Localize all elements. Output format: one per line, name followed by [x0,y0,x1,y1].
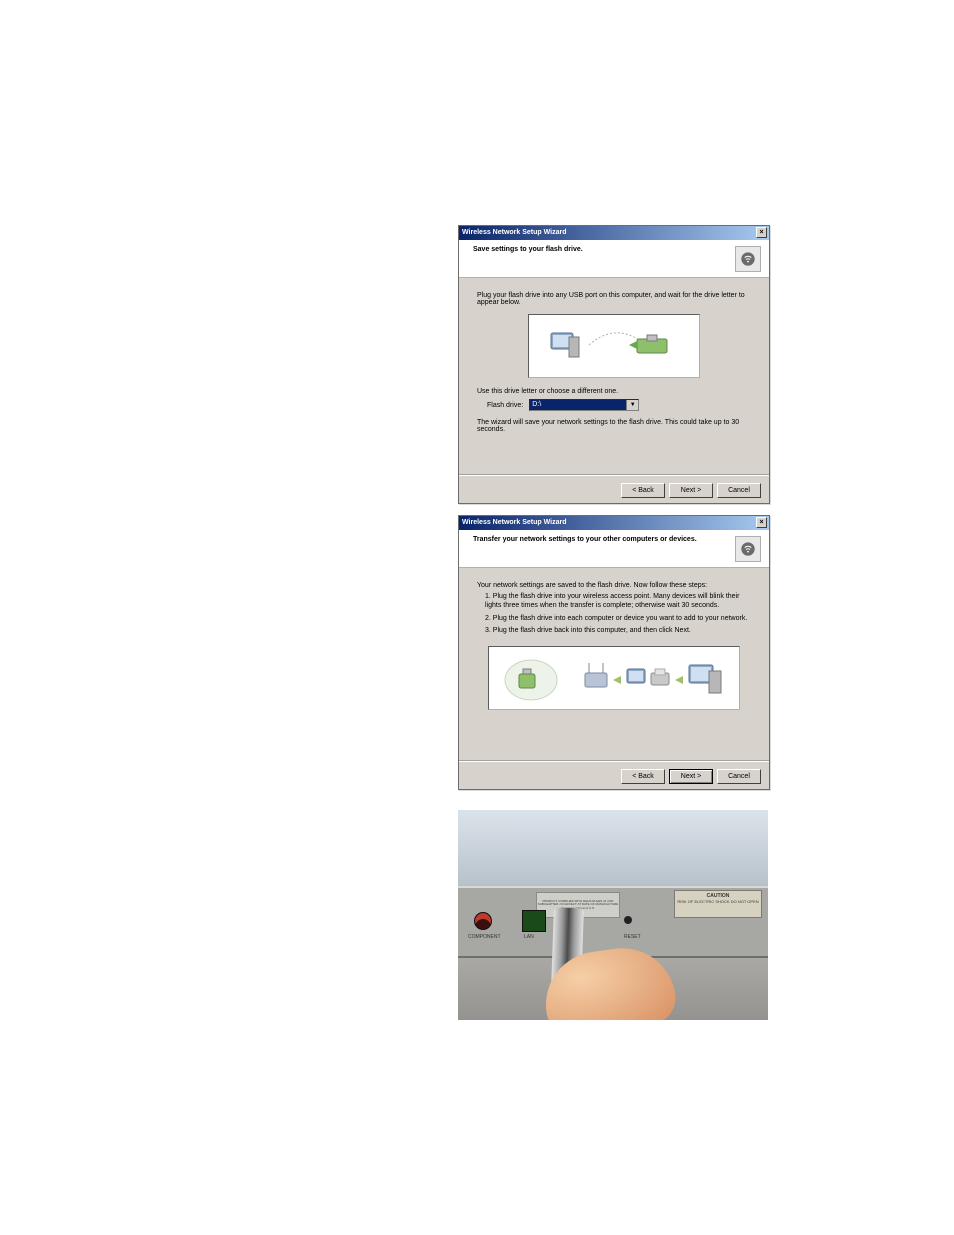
port-label-reset: RESET [624,934,641,940]
back-button[interactable]: < Back [621,483,665,498]
titlebar[interactable]: Wireless Network Setup Wizard × [459,516,769,530]
dialog-body: Plug your flash drive into any USB port … [459,278,769,475]
dialog-header: Transfer your network settings to your o… [459,530,769,568]
cancel-button[interactable]: Cancel [717,769,761,784]
close-button[interactable]: × [756,517,767,528]
lan-port [522,910,546,932]
caution-lines: RISK OF ELECTRIC SHOCK DO NOT OPEN [677,899,759,904]
flash-drive-field: Flash drive: D:\ ▼ [487,399,751,411]
flash-drive-label: Flash drive: [487,402,523,409]
wireless-wizard-icon [735,536,761,562]
back-button[interactable]: < Back [621,769,665,784]
header-title: Transfer your network settings to your o… [473,536,759,543]
steps-list: 1. Plug the flash drive into your wirele… [485,593,751,636]
next-button[interactable]: Next > [669,769,713,784]
next-button[interactable]: Next > [669,483,713,498]
dialog-header: Save settings to your flash drive. [459,240,769,278]
instruction-save-30s: The wizard will save your network settin… [477,419,751,433]
flash-drive-dropdown[interactable]: D:\ ▼ [529,399,639,411]
flash-drive-value: D:\ [532,401,541,408]
cancel-button[interactable]: Cancel [717,483,761,498]
intro-text: Your network settings are saved to the f… [477,582,751,589]
chevron-down-icon[interactable]: ▼ [626,400,638,410]
step-1: 1. Plug the flash drive into your wirele… [485,593,751,611]
header-title: Save settings to your flash drive. [473,246,759,253]
illustration-transfer-chain [488,646,740,710]
photo-usb-into-device: PRODUCT COMPLIES WITH DHHS RULES 21 CFR … [458,810,768,1020]
caution-label: CAUTION RISK OF ELECTRIC SHOCK DO NOT OP… [674,890,762,918]
port-label-component: COMPONENT [468,934,501,940]
dialog-body: Your network settings are saved to the f… [459,568,769,761]
window-title: Wireless Network Setup Wizard [462,519,567,526]
wizard-dialog-save-settings: Wireless Network Setup Wizard × Save set… [458,225,770,504]
dialog-footer: < Back Next > Cancel [459,761,769,790]
instruction-choose-drive: Use this drive letter or choose a differ… [477,388,751,395]
rca-port [474,912,492,930]
close-icon: × [759,229,763,236]
window-title: Wireless Network Setup Wizard [462,229,567,236]
wireless-wizard-icon [735,246,761,272]
dialog-footer: < Back Next > Cancel [459,475,769,504]
wizard-dialog-transfer-settings: Wireless Network Setup Wizard × Transfer… [458,515,770,790]
titlebar[interactable]: Wireless Network Setup Wizard × [459,226,769,240]
close-button[interactable]: × [756,227,767,238]
close-icon: × [759,519,763,526]
port-label-lan: LAN [524,934,534,940]
step-3: 3. Plug the flash drive back into this c… [485,627,751,636]
reset-button-hole [624,916,632,924]
instruction-plug-usb: Plug your flash drive into any USB port … [477,292,751,306]
illustration-pc-to-usb [528,314,700,378]
step-2: 2. Plug the flash drive into each comput… [485,615,751,624]
